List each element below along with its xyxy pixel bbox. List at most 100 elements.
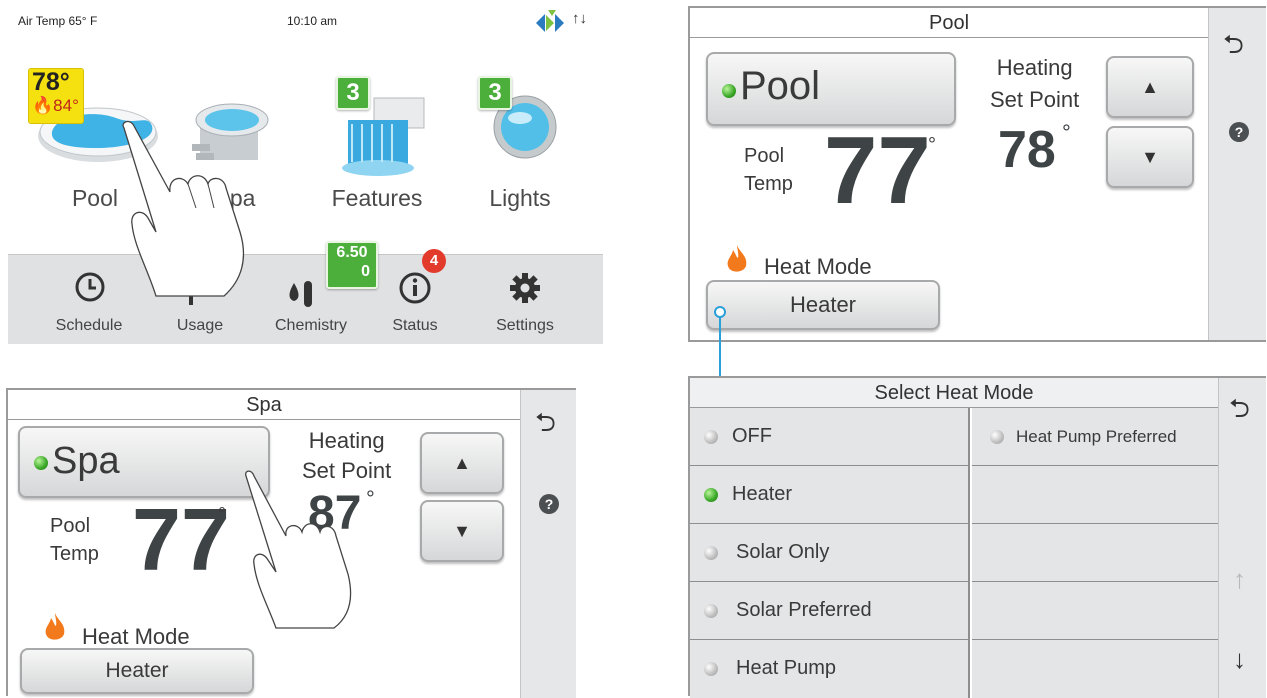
pool-setpoint-up-button[interactable]: ▲ xyxy=(1106,56,1194,118)
spa-heat-mode-button[interactable]: Heater xyxy=(20,648,254,694)
pool-on-indicator xyxy=(722,84,736,98)
nav-status[interactable]: 4 Status xyxy=(360,249,470,339)
spa-body-button[interactable]: Spa xyxy=(18,426,270,498)
nav-settings[interactable]: Settings xyxy=(470,265,580,339)
status-alert-badge: 4 xyxy=(422,249,446,273)
scroll-up-arrow-icon[interactable]: ↑ xyxy=(1233,564,1246,595)
spa-current-temp: 77 xyxy=(132,490,230,589)
pool-setpoint-label: Heating Set Point xyxy=(990,55,1080,112)
brand-logo-icon xyxy=(536,10,564,32)
heat-mode-option-solar-only[interactable]: Solar Only xyxy=(690,524,968,582)
option-label: OFF xyxy=(732,425,772,447)
back-icon[interactable]: ⮌ xyxy=(535,404,556,448)
pool-panel-title: Pool xyxy=(690,8,1208,38)
heat-mode-side-rail: ⮌ ↑ ↓ xyxy=(1218,378,1266,698)
help-icon[interactable]: ? xyxy=(1229,122,1249,142)
heat-mode-option-heat-pump-preferred[interactable]: Heat Pump Preferred xyxy=(972,408,1218,466)
tile-label-lights: Lights xyxy=(489,185,551,211)
spa-heat-mode-value: Heater xyxy=(105,659,169,682)
connection-arrows-icon: ↑↓ xyxy=(572,10,587,27)
pool-setpoint-down-button[interactable]: ▼ xyxy=(1106,126,1194,188)
heat-mode-option-heat-pump[interactable]: Heat Pump xyxy=(690,640,968,698)
spa-setpoint-down-button[interactable]: ▼ xyxy=(420,500,504,562)
pool-heat-setpoint: 🔥84° xyxy=(32,96,79,115)
pool-heat-mode-label: Heat Mode xyxy=(764,254,872,279)
empty-option-slot xyxy=(972,466,1218,524)
pool-setpoint-degree: ° xyxy=(1062,120,1071,145)
option-label: Heat Pump xyxy=(736,657,837,679)
nav-label-settings: Settings xyxy=(496,317,554,334)
pool-side-rail: ⮌ ? xyxy=(1208,8,1266,340)
option-label: Heater xyxy=(732,483,793,505)
nav-label-chemistry: Chemistry xyxy=(274,317,347,334)
option-off-indicator xyxy=(704,662,718,676)
heat-mode-options-left: OFF Heater Solar Only Solar Preferred He… xyxy=(690,408,970,698)
heat-mode-panel-title: Select Heat Mode xyxy=(690,378,1218,408)
features-count-badge: 3 xyxy=(336,76,370,110)
spa-on-indicator xyxy=(34,456,48,470)
pool-temp: 78° xyxy=(32,68,70,96)
pool-current-temp: 77 xyxy=(824,117,931,224)
option-label: Solar Only xyxy=(736,541,830,563)
spa-body-label: Spa xyxy=(52,440,120,482)
info-icon xyxy=(399,272,431,304)
heat-mode-panel: Select Heat Mode ⮌ ↑ ↓ OFF Heater Solar … xyxy=(688,376,1266,698)
option-off-indicator xyxy=(704,430,718,444)
triangle-down-icon: ▼ xyxy=(453,521,471,541)
spa-panel: Spa ⮌ ? Spa Pool Temp 77 ° Heating Set Poi… xyxy=(6,388,576,698)
clock-time: 10:10 am xyxy=(287,14,338,28)
option-label: Heat Pump Preferred xyxy=(1016,427,1177,446)
lights-count-badge: 3 xyxy=(478,76,512,110)
pool-temp-badge: 78° 🔥84° xyxy=(28,68,84,124)
home-screen: Air Temp 65° F 10:10 am ↑↓ 78° 🔥84° Pool xyxy=(0,0,612,345)
triangle-up-icon: ▲ xyxy=(453,453,471,473)
nav-label-usage: Usage xyxy=(176,317,224,334)
heat-mode-option-solar-preferred[interactable]: Solar Preferred xyxy=(690,582,968,640)
option-off-indicator xyxy=(990,430,1004,444)
option-selected-indicator xyxy=(704,488,718,502)
chemistry-ph: 6.50 xyxy=(336,244,368,261)
spa-degree-sign: ° xyxy=(218,504,226,526)
empty-option-slot xyxy=(972,524,1218,582)
option-off-indicator xyxy=(704,604,718,618)
option-label: Solar Preferred xyxy=(736,599,872,621)
pool-panel: Pool ⮌ ? Pool Pool Temp 77 ° Heating Set P… xyxy=(688,6,1266,342)
spa-heat-mode-label: Heat Mode xyxy=(82,624,190,649)
pool-heat-mode-button[interactable]: Heater xyxy=(706,280,940,330)
triangle-up-icon: ▲ xyxy=(1141,77,1159,97)
air-temp: Air Temp 65° F xyxy=(18,14,98,28)
heat-mode-options-right: Heat Pump Preferred xyxy=(972,408,1218,698)
heat-mode-option-heater[interactable]: Heater xyxy=(690,466,968,524)
clock-icon xyxy=(75,272,105,302)
empty-option-slot xyxy=(972,582,1218,640)
heat-mode-option-off[interactable]: OFF xyxy=(690,408,968,466)
tapping-hand-icon xyxy=(245,470,352,629)
pool-heat-mode-value: Heater xyxy=(789,292,857,317)
option-off-indicator xyxy=(704,546,718,560)
spa-side-rail: ⮌ ? xyxy=(520,390,576,698)
bottom-nav-bar: Schedule Usage Chemistry 6.50 0 4 Status… xyxy=(8,241,603,344)
gear-icon xyxy=(510,273,540,303)
pool-degree-sign: ° xyxy=(928,134,936,156)
pool-temp-label: Pool Temp xyxy=(744,145,793,195)
help-icon[interactable]: ? xyxy=(539,494,559,514)
pool-setpoint-value: 78 xyxy=(998,121,1056,179)
spa-temp-label: Pool Temp xyxy=(50,515,99,565)
flame-icon xyxy=(45,613,65,640)
scroll-down-arrow-icon[interactable]: ↓ xyxy=(1233,644,1246,675)
nav-label-schedule: Schedule xyxy=(55,317,123,334)
flame-icon xyxy=(727,245,747,272)
spa-setpoint-up-button[interactable]: ▲ xyxy=(420,432,504,494)
pool-body-button[interactable]: Pool xyxy=(706,52,956,126)
triangle-down-icon: ▼ xyxy=(1141,147,1159,167)
back-icon[interactable]: ⮌ xyxy=(1223,26,1244,70)
tile-features[interactable]: 3 Features xyxy=(312,62,442,212)
nav-label-status: Status xyxy=(392,317,438,334)
tile-lights[interactable]: 3 Lights xyxy=(450,62,580,212)
tapping-hand-icon xyxy=(122,120,245,297)
back-icon[interactable]: ⮌ xyxy=(1229,390,1250,434)
pool-body-label: Pool xyxy=(740,64,821,108)
empty-option-slot xyxy=(972,640,1218,698)
chemistry-icon xyxy=(289,281,312,307)
tile-label-features: Features xyxy=(331,185,423,211)
